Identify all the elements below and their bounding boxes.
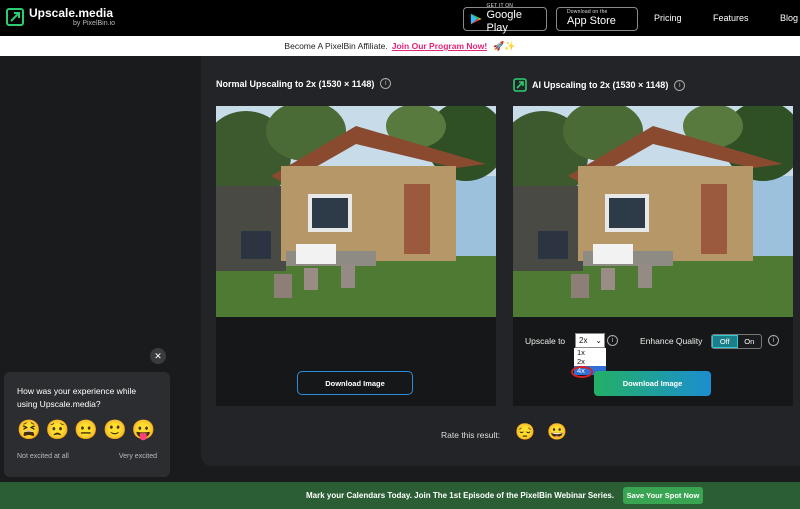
info-icon[interactable]: i — [607, 335, 618, 346]
annotation-circle — [571, 366, 593, 378]
info-icon[interactable]: i — [380, 78, 392, 89]
toggle-off-option[interactable]: Off — [712, 335, 738, 348]
tongue-face-icon[interactable]: 😛 — [132, 421, 156, 440]
affiliate-banner: Become A PixelBin Affiliate. Join Our Pr… — [0, 36, 800, 56]
sad-face-icon[interactable]: 😔 — [515, 425, 535, 441]
logo-byline: by PixelBin.io — [73, 20, 116, 27]
neutral-face-icon[interactable]: 😐 — [74, 421, 98, 440]
upscale-select-value: 2x — [579, 336, 588, 345]
ai-upscale-title-text: AI Upscaling to 2x (1530 × 1148) — [532, 80, 669, 90]
logo-arrow-icon — [6, 8, 24, 26]
nav-blog[interactable]: Blog — [780, 13, 798, 23]
logo[interactable]: Upscale.media by PixelBin.io — [6, 7, 115, 27]
feedback-question: How was your experience while using Upsc… — [17, 386, 137, 409]
affiliate-join-link[interactable]: Join Our Program Now! — [392, 41, 487, 51]
ai-upscaled-photo — [513, 106, 793, 317]
google-play-big-text: Google Play — [486, 9, 522, 34]
normal-upscale-title-text: Normal Upscaling to 2x (1530 × 1148) — [216, 78, 375, 89]
enhance-quality-toggle[interactable]: Off On — [711, 334, 762, 349]
feedback-high-label: Very excited — [118, 453, 157, 460]
google-play-icon — [470, 13, 482, 25]
ai-upscale-title: AI Upscaling to 2x (1530 × 1148) i — [513, 78, 686, 92]
upscale-select[interactable]: 2x ⌄ — [575, 333, 605, 348]
app-store-big-text: App Store — [567, 15, 616, 28]
rate-result-label: Rate this result: — [441, 430, 501, 440]
chevron-down-icon: ⌄ — [595, 336, 602, 345]
happy-face-icon[interactable]: 😀 — [547, 425, 567, 441]
rocket-sparkle-icon: 🚀✨ — [493, 40, 516, 51]
normal-result-card: Download Image — [216, 106, 496, 406]
info-icon[interactable]: i — [674, 79, 686, 91]
webinar-banner: Mark your Calendars Today. Join The 1st … — [0, 482, 800, 509]
feedback-widget: How was your experience while using Upsc… — [4, 372, 170, 477]
tired-face-icon[interactable]: 😫 — [17, 421, 41, 440]
normal-download-button[interactable]: Download Image — [297, 371, 413, 395]
app-store-button[interactable]: Download on the App Store — [556, 7, 638, 31]
google-play-button[interactable]: GET IT ON Google Play — [463, 4, 547, 34]
nav-features[interactable]: Features — [713, 13, 749, 23]
upscale-option-2x[interactable]: 2x — [574, 357, 606, 366]
save-spot-button[interactable]: Save Your Spot Now — [623, 487, 703, 504]
normal-upscaled-photo — [216, 106, 496, 317]
affiliate-text: Become A PixelBin Affiliate. — [284, 41, 388, 51]
ai-result-card — [513, 106, 793, 406]
ai-download-button[interactable]: Download Image — [594, 371, 711, 396]
close-icon[interactable]: ✕ — [150, 348, 166, 364]
upscale-to-label: Upscale to — [525, 336, 566, 346]
logo-name: Upscale.media — [29, 6, 114, 20]
feedback-emoji-row: 😫 😟 😐 🙂 😛 — [17, 421, 160, 440]
feedback-low-label: Not excited at all — [17, 453, 69, 460]
top-navigation-bar: Upscale.media by PixelBin.io GET IT ON G… — [0, 0, 800, 36]
toggle-on-option[interactable]: On — [738, 335, 762, 348]
normal-upscale-title: Normal Upscaling to 2x (1530 × 1148) i — [216, 78, 392, 89]
worried-face-icon[interactable]: 😟 — [46, 421, 70, 440]
upscale-option-1x[interactable]: 1x — [574, 348, 606, 357]
ai-upscale-icon — [513, 78, 527, 92]
slight-smile-icon[interactable]: 🙂 — [103, 421, 127, 440]
enhance-quality-label: Enhance Quality — [640, 336, 703, 346]
webinar-text: Mark your Calendars Today. Join The 1st … — [306, 491, 615, 500]
nav-pricing[interactable]: Pricing — [654, 13, 682, 23]
info-icon[interactable]: i — [768, 335, 779, 346]
